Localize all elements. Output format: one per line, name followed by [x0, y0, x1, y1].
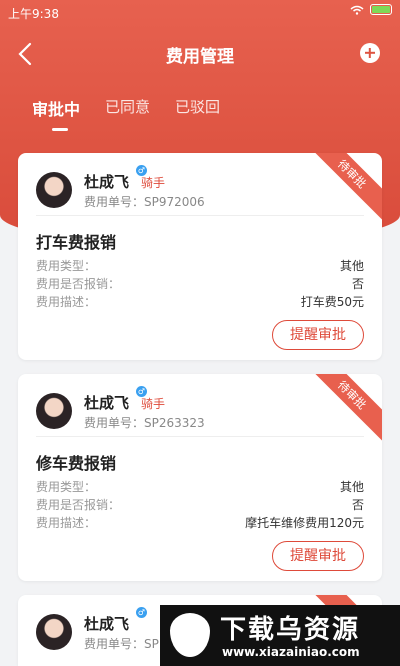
status-stamp: 待审批: [301, 153, 382, 225]
nav-bar: 费用管理: [0, 36, 400, 72]
gender-icon: ♂: [136, 607, 147, 618]
applicant-name: 杜成飞: [84, 615, 130, 633]
tab-bar: 审批中 已同意 已驳回: [32, 96, 220, 120]
field-value: 否: [351, 277, 364, 291]
field-value: 其他: [339, 480, 364, 494]
remind-approval-button[interactable]: 提醒审批: [272, 320, 364, 350]
field-value: 打车费50元: [300, 295, 364, 309]
tab-rejected[interactable]: 已驳回: [175, 96, 220, 120]
watermark-title: 下载乌资源: [220, 615, 361, 645]
role-label: 骑手: [141, 397, 166, 411]
expense-card[interactable]: 待审批 杜成飞 ♂ 骑手 费用单号：SP972006 打车费报销 费用类型： 其…: [18, 153, 382, 360]
field-key: 费用是否报销：: [36, 498, 121, 512]
field-key: 费用类型：: [36, 480, 97, 494]
remind-approval-button[interactable]: 提醒审批: [272, 541, 364, 571]
order-number: 费用单号：SP972006: [84, 195, 205, 209]
status-time: 上午9:38: [8, 7, 59, 21]
divider: [36, 436, 364, 437]
field-row: 费用类型： 其他: [36, 257, 364, 274]
field-key: 费用类型：: [36, 259, 97, 273]
applicant-name: 杜成飞: [84, 394, 130, 412]
wifi-icon: [350, 5, 364, 15]
add-icon[interactable]: [360, 43, 380, 63]
expense-title: 打车费报销: [36, 233, 117, 252]
field-row: 费用类型： 其他: [36, 478, 364, 495]
field-key: 费用是否报销：: [36, 277, 121, 291]
watermark-banner: 下载乌资源 www.xiazainiao.com: [160, 605, 400, 666]
expense-title: 修车费报销: [36, 454, 117, 473]
tab-pending[interactable]: 审批中: [32, 96, 80, 120]
battery-icon: [370, 4, 392, 15]
status-bar: 上午9:38: [0, 0, 400, 24]
field-value: 摩托车维修费用120元: [245, 516, 364, 530]
divider: [36, 215, 364, 216]
avatar: [36, 614, 72, 650]
field-key: 费用描述：: [36, 295, 97, 309]
tab-approved[interactable]: 已同意: [105, 96, 150, 120]
field-key: 费用描述：: [36, 516, 97, 530]
status-icons: [350, 4, 392, 15]
status-stamp: 待审批: [301, 374, 382, 446]
field-value: 否: [351, 498, 364, 512]
order-number: 费用单号：SP263323: [84, 416, 205, 430]
role-label: 骑手: [141, 176, 166, 190]
watermark-url: www.xiazainiao.com: [222, 645, 360, 659]
field-value: 其他: [339, 259, 364, 273]
field-row: 费用描述： 摩托车维修费用120元: [36, 514, 364, 531]
avatar: [36, 393, 72, 429]
avatar: [36, 172, 72, 208]
bird-logo-icon: [170, 613, 210, 657]
field-row: 费用描述： 打车费50元: [36, 293, 364, 310]
tab-indicator: [52, 128, 68, 131]
page-title: 费用管理: [166, 47, 234, 67]
applicant-name: 杜成飞: [84, 173, 130, 191]
field-row: 费用是否报销： 否: [36, 275, 364, 292]
order-number: 费用单号：SP: [84, 637, 159, 651]
field-row: 费用是否报销： 否: [36, 496, 364, 513]
expense-card[interactable]: 待审批 杜成飞 ♂ 骑手 费用单号：SP263323 修车费报销 费用类型： 其…: [18, 374, 382, 581]
